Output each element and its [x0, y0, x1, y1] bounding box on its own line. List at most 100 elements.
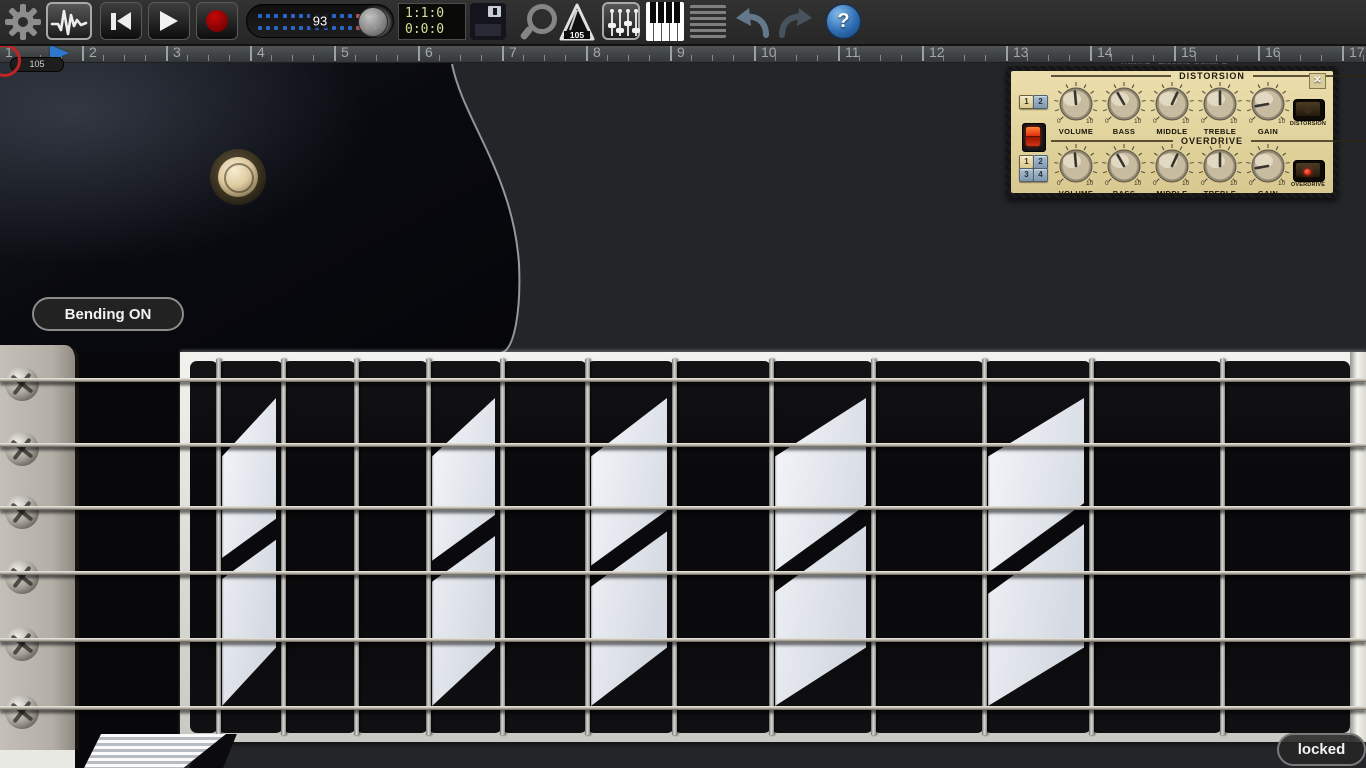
guitar-string-1[interactable]: [0, 378, 1366, 382]
knob-scale-min: 0: [1201, 118, 1205, 125]
settings-gear-icon[interactable]: [4, 3, 42, 41]
bar-tick: [838, 46, 840, 61]
zoom-icon[interactable]: [517, 3, 555, 41]
volume-led-dot: [283, 14, 287, 18]
piano-keyboard-icon[interactable]: [646, 2, 684, 41]
stomp-led: [1304, 169, 1311, 175]
pickup: [0, 345, 79, 750]
bar-tick: [82, 46, 84, 61]
stomp-button-overdrive[interactable]: [1293, 160, 1325, 182]
help-icon[interactable]: ?: [826, 4, 861, 39]
knob-scale-max: 10: [1230, 180, 1237, 187]
waveform-track-button[interactable]: [46, 2, 92, 40]
bar-number: 8: [593, 44, 601, 60]
channel-button-1[interactable]: 1: [1019, 155, 1034, 169]
channel-button-4[interactable]: 4: [1033, 168, 1048, 182]
redo-icon[interactable]: [776, 4, 818, 40]
knob-scale-max: 10: [1086, 118, 1093, 125]
bar-tick: [670, 46, 672, 61]
knob-scale-max: 10: [1086, 180, 1093, 187]
mixer-button[interactable]: [602, 2, 640, 40]
beat-tick: [544, 55, 545, 61]
guitar-string-6[interactable]: [0, 706, 1366, 710]
save-icon[interactable]: [470, 3, 506, 40]
stomp-led: [1304, 108, 1311, 114]
beat-tick: [376, 55, 377, 61]
timeline-ruler[interactable]: 1234567891011121314151617: [0, 44, 1366, 63]
channel-button-1[interactable]: 1: [1019, 95, 1034, 109]
undo-icon[interactable]: [730, 4, 772, 40]
pickup-pole: [5, 367, 39, 401]
fret-cell[interactable]: [1222, 361, 1350, 733]
stomp-button-distorsion[interactable]: [1293, 99, 1325, 121]
beat-tick: [1069, 55, 1070, 61]
beat-tick: [103, 55, 104, 61]
locked-badge[interactable]: locked: [1277, 733, 1366, 766]
pickup-pole: [5, 495, 39, 529]
knob-ring: [224, 163, 254, 193]
volume-led-dot: [274, 14, 278, 18]
channel-button-2[interactable]: 2: [1033, 95, 1048, 109]
fret-wire: [1220, 359, 1225, 735]
volume-led-dot: [258, 14, 262, 18]
volume-slider[interactable]: 93: [246, 4, 394, 38]
beat-tick: [397, 55, 398, 61]
fret-cell[interactable]: [190, 361, 218, 733]
guitar-string-4[interactable]: [0, 571, 1366, 575]
amp-effects-panel[interactable]: Track 2 - Electric Guitar 2 ✕ DISTORSION…: [1003, 56, 1343, 198]
record-dot-icon: [206, 10, 228, 32]
beat-tick: [733, 55, 734, 61]
fret-wire: [500, 359, 505, 735]
knob-scale-min: 0: [1057, 118, 1061, 125]
beat-tick: [1237, 55, 1238, 61]
beat-tick: [355, 55, 356, 61]
beat-tick: [775, 55, 776, 61]
guitar-volume-knob[interactable]: [210, 149, 266, 205]
fret-wire: [1089, 359, 1094, 735]
volume-led-dot: [283, 26, 287, 30]
bar-tick: [1258, 46, 1260, 61]
fret-wire: [281, 359, 286, 735]
knob-scale-max: 10: [1230, 118, 1237, 125]
bending-toggle[interactable]: Bending ON: [32, 297, 184, 331]
amp-face: ✕ DISTORSION12010VOLUME010BASS010MIDDLE0…: [1011, 71, 1333, 193]
volume-value: 93: [310, 14, 330, 29]
track-list-icon[interactable]: [690, 5, 726, 38]
channel-button-2[interactable]: 2: [1033, 155, 1048, 169]
guitar-string-5[interactable]: [0, 638, 1366, 642]
bar-tick: [1342, 46, 1344, 61]
fret-cell[interactable]: [283, 361, 356, 733]
beat-tick: [124, 55, 125, 61]
record-button[interactable]: [196, 2, 238, 40]
volume-slider-knob[interactable]: [358, 7, 388, 37]
bar-tick: [250, 46, 252, 61]
power-rocker-switch[interactable]: [1022, 123, 1046, 152]
rewind-button[interactable]: [100, 2, 142, 40]
play-button[interactable]: [148, 2, 190, 40]
fret-cell[interactable]: [356, 361, 428, 733]
knob-name-label: GAIN: [1236, 189, 1300, 198]
fret-cell[interactable]: [502, 361, 587, 733]
pickup-pole: [5, 432, 39, 466]
beat-tick: [943, 55, 944, 61]
guitar-string-2[interactable]: [0, 443, 1366, 447]
fader-icon: [619, 11, 621, 36]
channel-button-3[interactable]: 3: [1019, 168, 1034, 182]
fret-cell[interactable]: [1091, 361, 1222, 733]
nut: [1350, 352, 1366, 742]
fret-cell[interactable]: [873, 361, 984, 733]
knob-scale-max: 10: [1182, 180, 1189, 187]
metronome-icon[interactable]: 105: [557, 3, 597, 41]
fret-wire: [871, 359, 876, 735]
bar-tick: [1090, 46, 1092, 61]
beat-tick: [1279, 55, 1280, 61]
bar-tick: [334, 46, 336, 61]
knob-name-label: GAIN: [1236, 127, 1300, 136]
beat-tick: [271, 55, 272, 61]
guitar-string-3[interactable]: [0, 506, 1366, 510]
waveform-icon: [49, 4, 89, 38]
close-icon[interactable]: ✕: [1309, 73, 1326, 89]
fretboard[interactable]: [180, 352, 1366, 742]
fret-cell[interactable]: [674, 361, 771, 733]
bar-tick: [166, 46, 168, 61]
